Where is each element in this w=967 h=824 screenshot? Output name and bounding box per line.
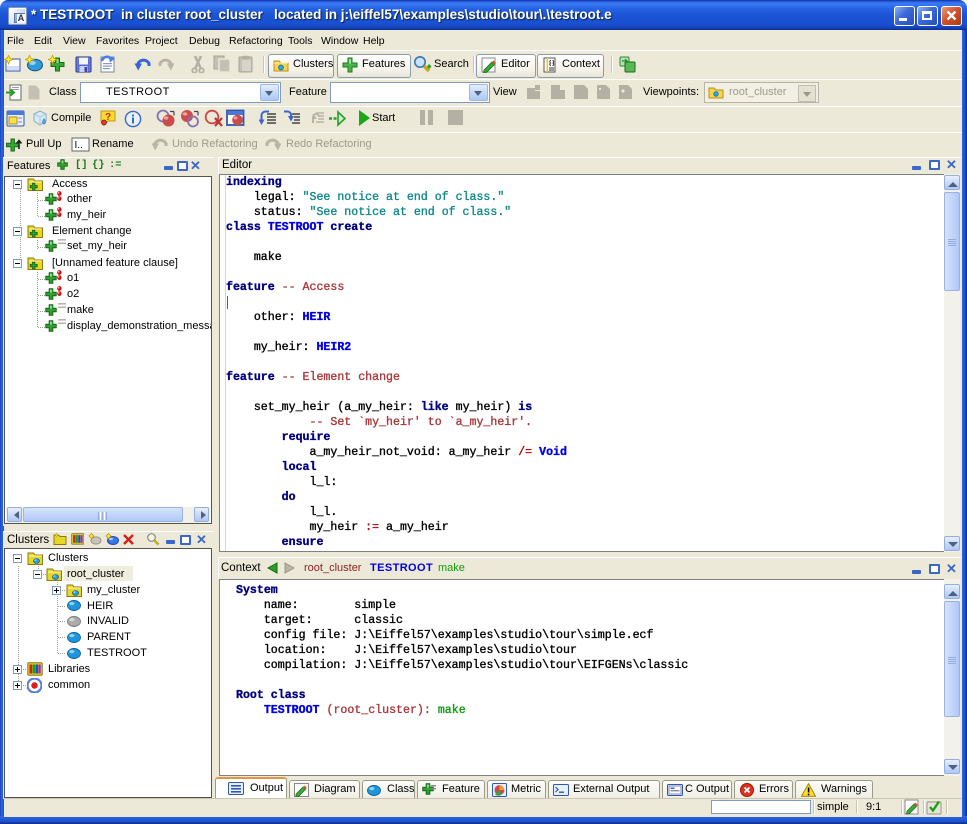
svg-text:I..: I.. xyxy=(75,140,83,151)
